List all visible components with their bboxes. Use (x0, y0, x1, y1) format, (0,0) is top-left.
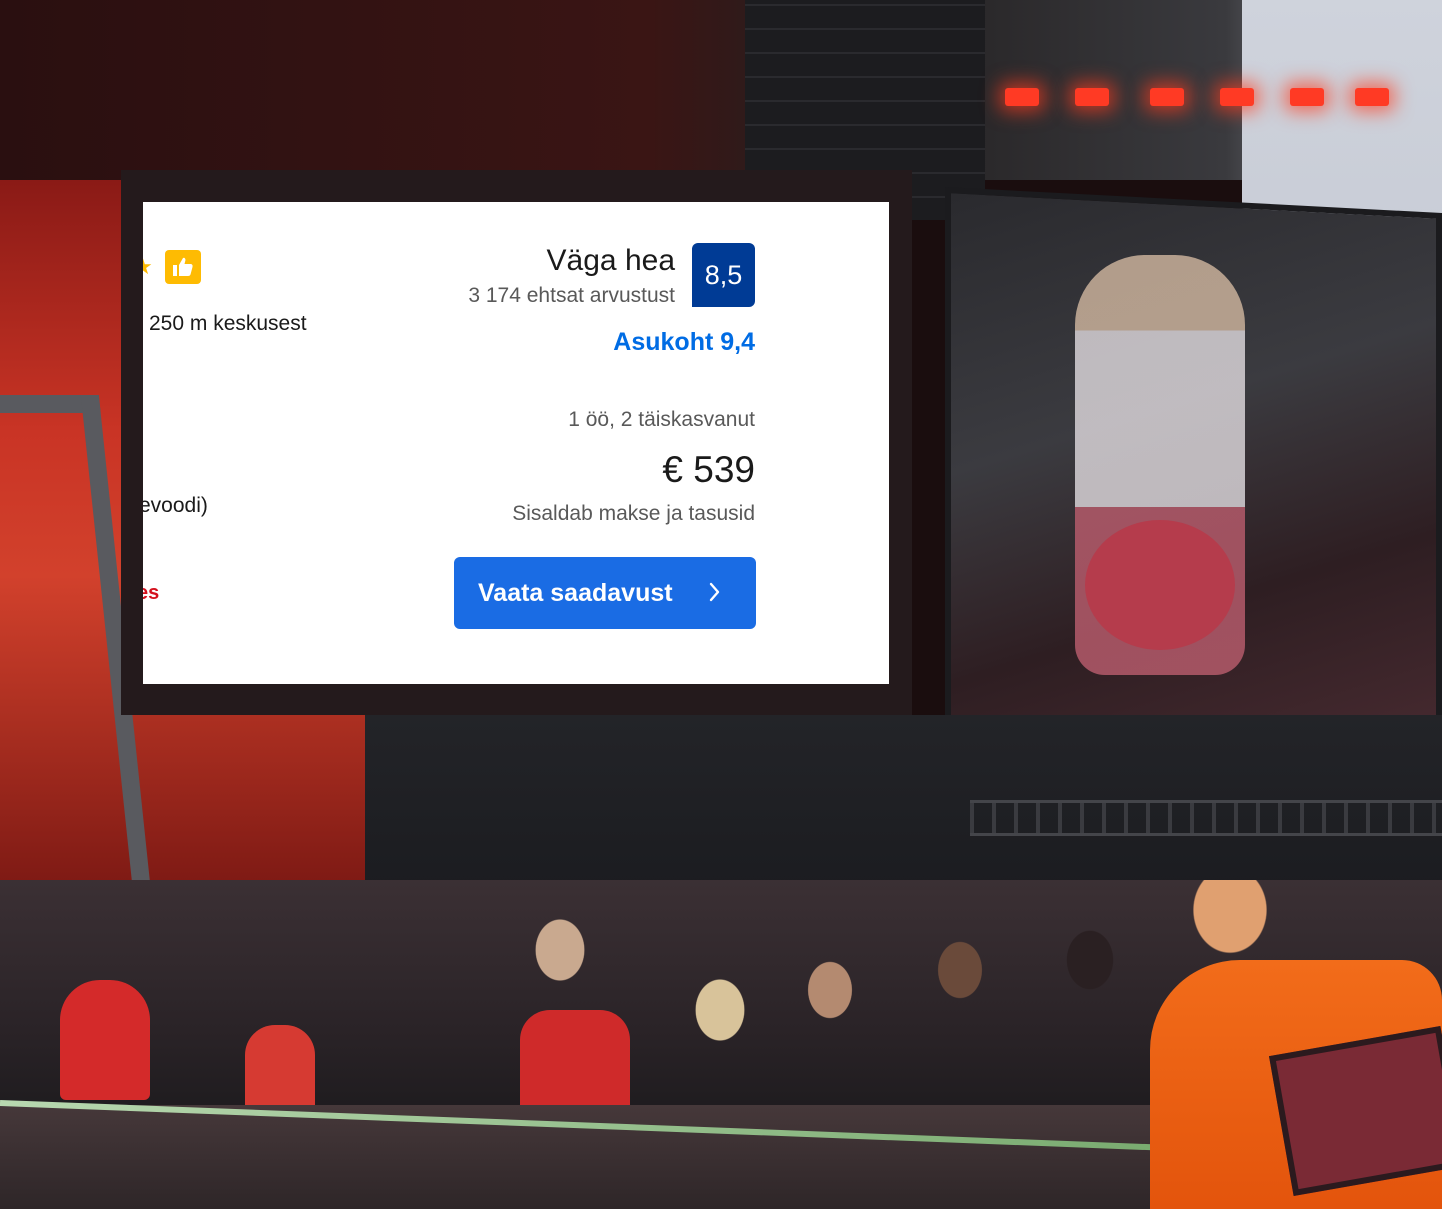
thumbs-up-icon (165, 250, 201, 284)
security-staff (245, 1025, 315, 1115)
hotel-listing-card[interactable]: ★ 250 m keskusest evoodi) es Väga hea 3 … (143, 202, 889, 684)
price: € 539 (662, 449, 755, 490)
stage-lights (985, 80, 1425, 120)
review-score-badge[interactable]: 8,5 (692, 243, 755, 307)
taxes-note: Sisaldab makse ja tasusid (512, 502, 755, 525)
lower-truss (970, 800, 1442, 836)
location-score: Asukoht 9,4 (613, 328, 755, 356)
stay-info: 1 öö, 2 täiskasvanut (568, 408, 755, 431)
floor-light (1268, 1025, 1442, 1197)
rating-label: Väga hea (546, 244, 675, 277)
review-count[interactable]: 3 174 ehtsat arvustust (468, 284, 675, 308)
see-availability-label: Vaata saadavust (478, 578, 673, 607)
bed-type: evoodi) (143, 494, 208, 517)
star-icon: ★ (143, 256, 155, 278)
availability-note: es (143, 582, 160, 604)
security-staff (60, 980, 150, 1100)
chevron-right-icon (709, 582, 720, 602)
guitar (1085, 520, 1235, 650)
distance-from-center: 250 m keskusest (149, 312, 307, 335)
see-availability-button[interactable]: Vaata saadavust (454, 557, 756, 629)
